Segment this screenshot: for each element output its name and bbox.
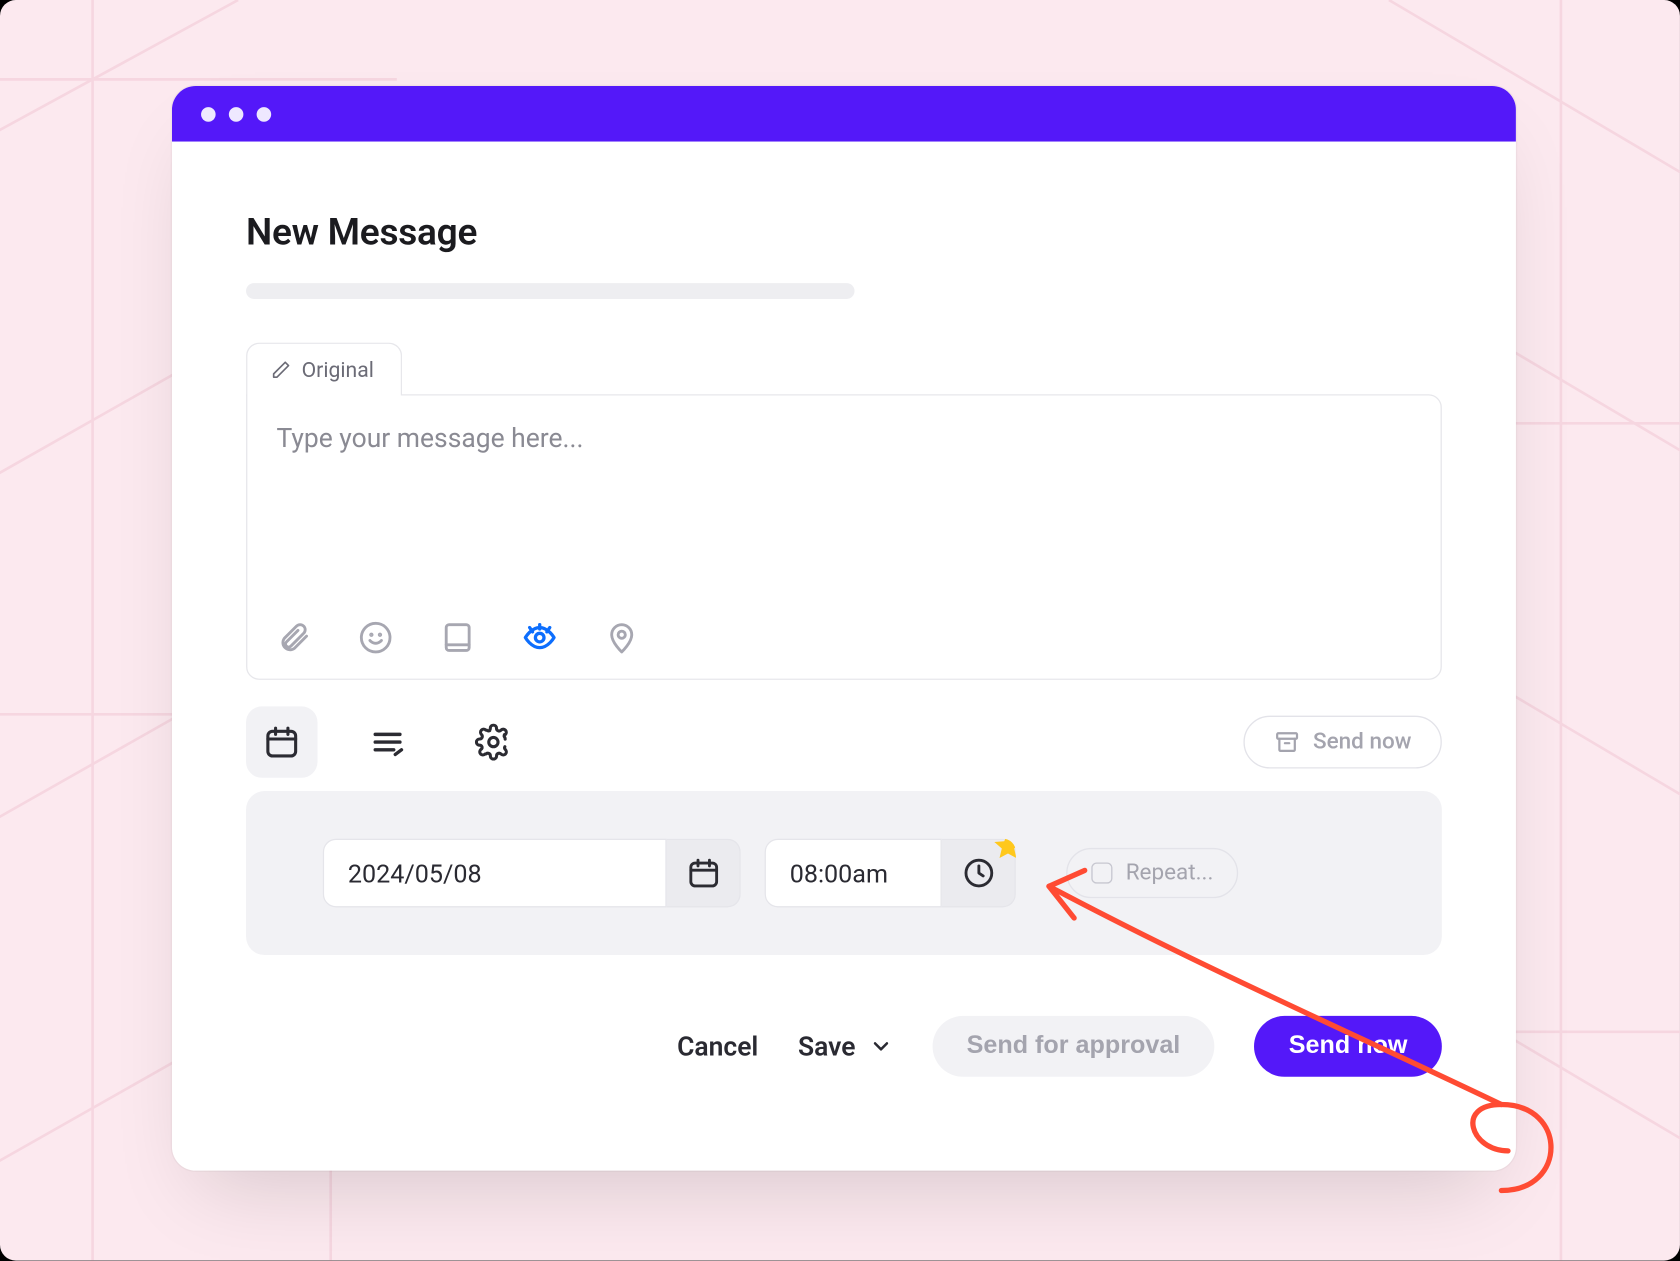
calendar-icon	[263, 724, 300, 761]
star-icon	[991, 839, 1016, 864]
calendar-icon	[686, 856, 720, 890]
save-label: Save	[798, 1030, 856, 1062]
window-dot-min[interactable]	[229, 106, 244, 121]
window-titlebar	[172, 86, 1516, 142]
square-icon[interactable]	[440, 620, 474, 654]
save-button[interactable]: Save	[798, 1030, 893, 1062]
repeat-label: Repeat...	[1126, 860, 1214, 886]
paperclip-icon[interactable]	[276, 620, 310, 654]
footer-actions: Cancel Save Send for approval Send now	[246, 1016, 1442, 1077]
send-for-approval-button[interactable]: Send for approval	[932, 1016, 1214, 1077]
pin-icon[interactable]	[605, 620, 639, 654]
cancel-button[interactable]: Cancel	[677, 1030, 758, 1062]
smile-icon[interactable]	[358, 620, 392, 654]
schedule-tab-queue[interactable]	[352, 706, 423, 777]
message-input[interactable]	[276, 422, 1411, 568]
repeat-checkbox[interactable]	[1091, 862, 1112, 883]
send-now-chip[interactable]: Send now	[1243, 716, 1442, 769]
editor-toolbar	[276, 620, 1411, 654]
chevron-down-icon	[869, 1034, 893, 1058]
time-input[interactable]	[765, 839, 942, 908]
tab-original-label: Original	[302, 357, 374, 382]
page-title: New Message	[246, 210, 1442, 254]
repeat-chip[interactable]: Repeat...	[1066, 848, 1238, 898]
schedule-mode-tabs	[246, 706, 529, 777]
schedule-panel: Repeat...	[246, 791, 1442, 955]
window: New Message Original	[172, 86, 1516, 1171]
queue-icon	[369, 724, 406, 761]
send-now-button[interactable]: Send now	[1254, 1016, 1441, 1077]
schedule-tab-calendar[interactable]	[246, 706, 317, 777]
date-input[interactable]	[323, 839, 667, 908]
message-editor	[246, 394, 1442, 680]
time-input-group	[765, 839, 1016, 908]
schedule-tab-settings[interactable]	[458, 706, 529, 777]
pencil-icon	[271, 360, 291, 380]
time-picker-button[interactable]	[942, 839, 1016, 908]
archive-icon	[1273, 729, 1299, 755]
date-picker-button[interactable]	[667, 839, 741, 908]
subtitle-placeholder	[246, 283, 854, 299]
send-now-chip-label: Send now	[1313, 729, 1411, 755]
window-dot-close[interactable]	[201, 106, 216, 121]
window-dot-max[interactable]	[257, 106, 272, 121]
tab-original[interactable]: Original	[246, 343, 402, 396]
eye-icon[interactable]	[523, 620, 557, 654]
date-input-group	[323, 839, 741, 908]
gear-icon	[475, 724, 512, 761]
